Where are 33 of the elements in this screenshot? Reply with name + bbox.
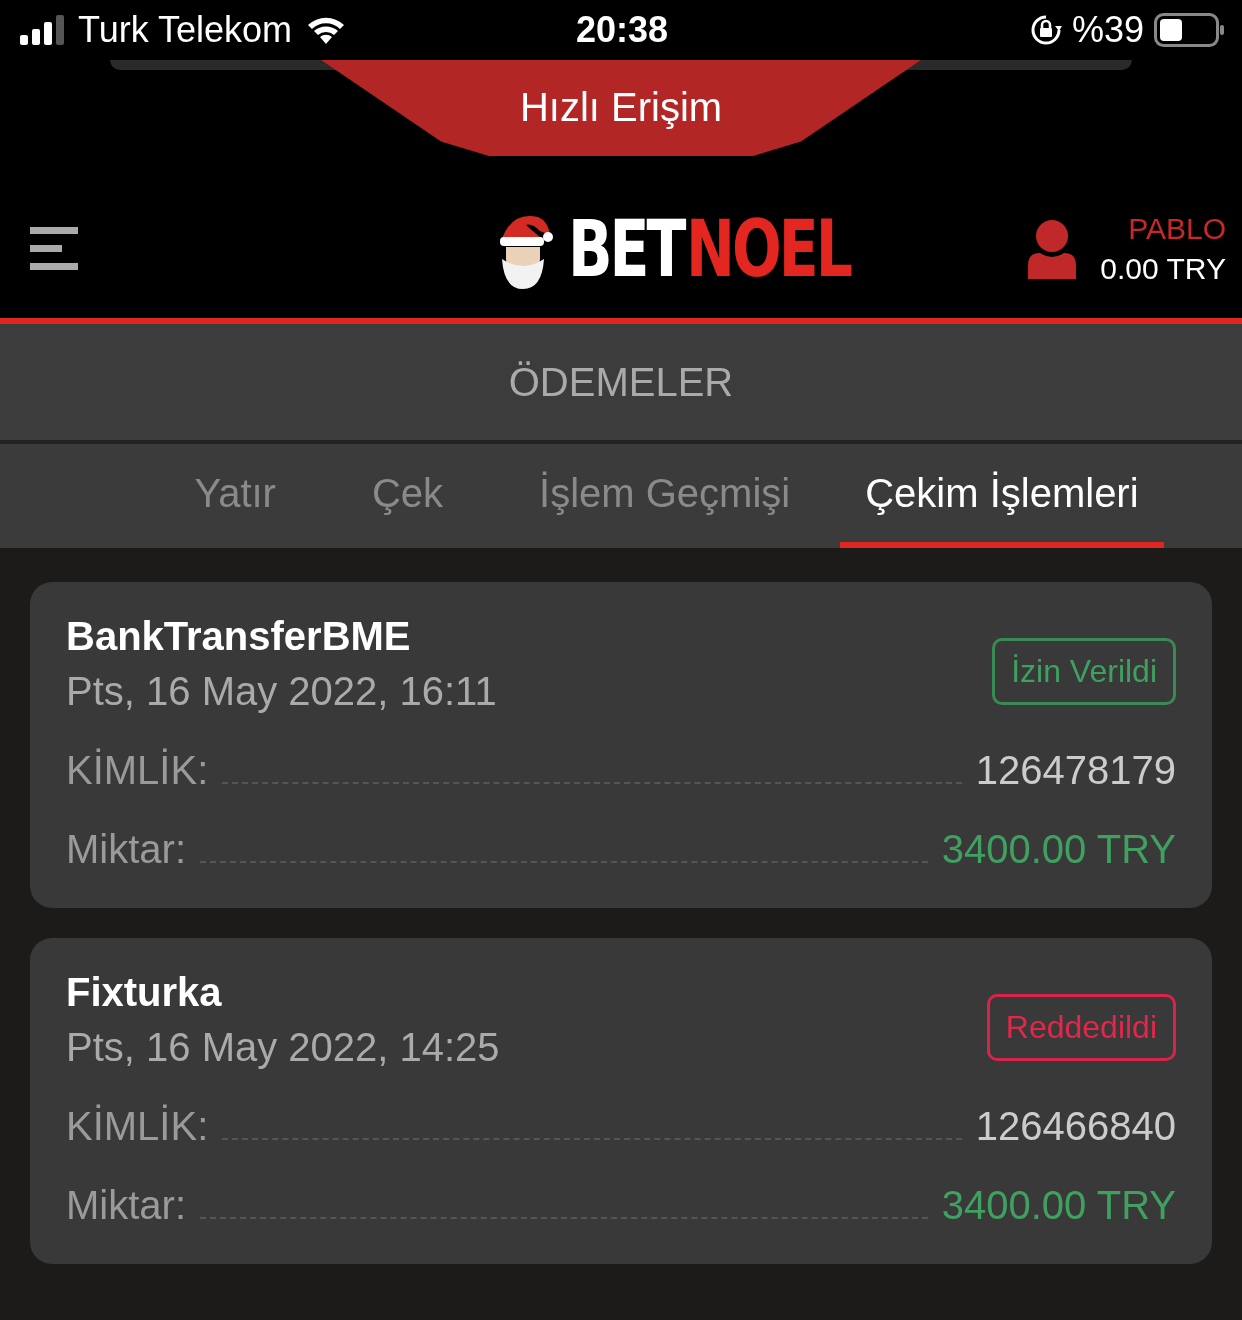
menu-icon[interactable]: [30, 225, 78, 273]
tab[interactable]: İşlem Geçmişi: [493, 444, 837, 548]
quick-access-tab[interactable]: Hızlı Erişim: [321, 60, 921, 156]
method-name: Fixturka: [66, 970, 223, 1015]
field-value: 3400.00 TRY: [941, 827, 1176, 872]
tab[interactable]: Çekim İşlemleri: [840, 444, 1164, 548]
status-badge: İzin Verildi: [992, 638, 1176, 705]
tab[interactable]: Yatır: [148, 444, 322, 548]
clock-time: 20:38: [575, 9, 669, 51]
field-label: Miktar:: [66, 1183, 186, 1228]
date-time: Pts, 16 May 2022, 14:25: [66, 1025, 500, 1070]
rotation-lock-icon: [1029, 14, 1062, 46]
page-title: ÖDEMELER: [0, 324, 1242, 444]
logo-text: BET: [567, 204, 684, 294]
field-value: 3400.00 TRY: [941, 1183, 1176, 1228]
field-label: KİMLİK:: [66, 1104, 209, 1149]
logo-text: NOEL: [685, 204, 850, 294]
date-time: Pts, 16 May 2022, 16:11: [66, 669, 497, 714]
user-icon[interactable]: [1028, 219, 1077, 279]
balance: 0.00 TRY: [1100, 252, 1226, 286]
wifi-icon: [306, 15, 347, 45]
field-label: KİMLİK:: [66, 748, 209, 793]
signal-icon: [20, 15, 64, 45]
username: PABLO: [1128, 212, 1226, 246]
battery-percent: %39: [1071, 9, 1144, 51]
status-badge: Reddedildi: [986, 994, 1176, 1061]
method-name: BankTransferBME: [66, 614, 412, 659]
battery-icon: [1154, 13, 1224, 47]
tab[interactable]: Çek: [325, 444, 490, 548]
carrier-name: Turk Telekom: [78, 9, 293, 51]
field-label: Miktar:: [66, 827, 186, 872]
field-value: 126478179: [975, 748, 1176, 793]
field-value: 126466840: [975, 1104, 1176, 1149]
